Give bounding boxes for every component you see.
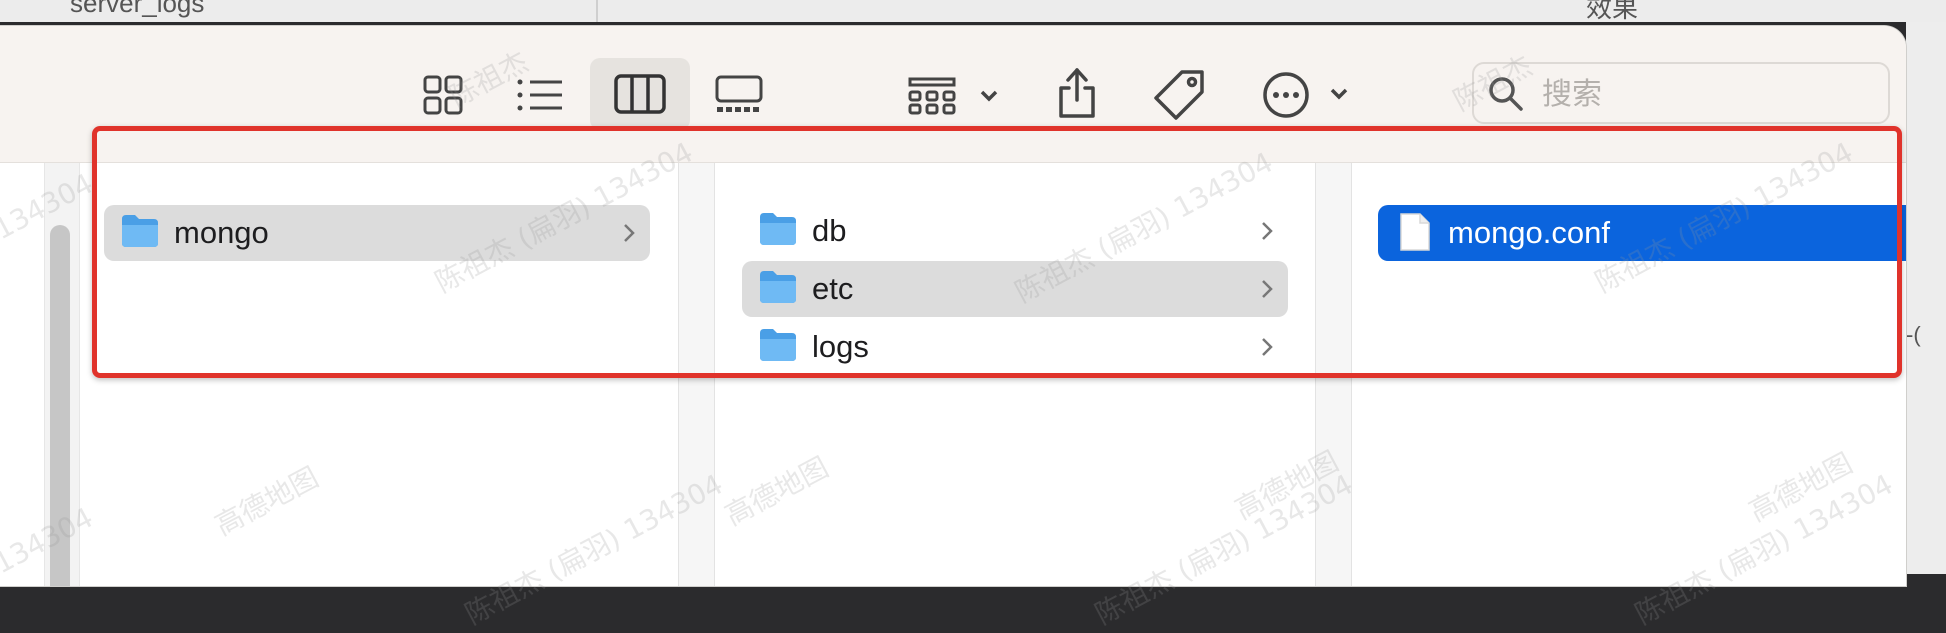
gallery-view-icon	[715, 75, 763, 112]
group-by-icon	[908, 77, 998, 115]
gallery-view-button[interactable]	[706, 68, 772, 122]
background-edge-text: -(	[1906, 322, 1921, 347]
share-icon	[1059, 68, 1095, 118]
grid-view-icon	[423, 75, 463, 115]
search-input[interactable]	[1540, 72, 1874, 116]
share-button[interactable]	[1048, 62, 1106, 124]
search-icon	[1489, 77, 1523, 111]
more-actions-icon	[1263, 72, 1348, 118]
list-view-icon	[517, 79, 562, 111]
annotation-highlight-box	[92, 126, 1902, 378]
tag-button[interactable]	[1148, 64, 1210, 126]
column-view-icon	[614, 74, 666, 114]
background-window-text-right: 效果	[1586, 0, 1639, 22]
scrollbar-thumb[interactable]	[50, 225, 70, 586]
background-window-text: server_logs	[70, 0, 205, 18]
background-window-sliver: -(	[1906, 22, 1946, 574]
search-field[interactable]	[1472, 62, 1890, 124]
tag-icon	[1154, 70, 1204, 120]
list-view-button[interactable]	[508, 68, 572, 122]
background-window-strip: server_logs 效果	[0, 0, 1946, 22]
column-view-button[interactable]	[590, 58, 690, 130]
group-by-button[interactable]	[904, 68, 1000, 122]
icon-view-button[interactable]	[412, 68, 474, 122]
more-actions-button[interactable]	[1262, 66, 1356, 124]
background-divider	[596, 0, 598, 22]
